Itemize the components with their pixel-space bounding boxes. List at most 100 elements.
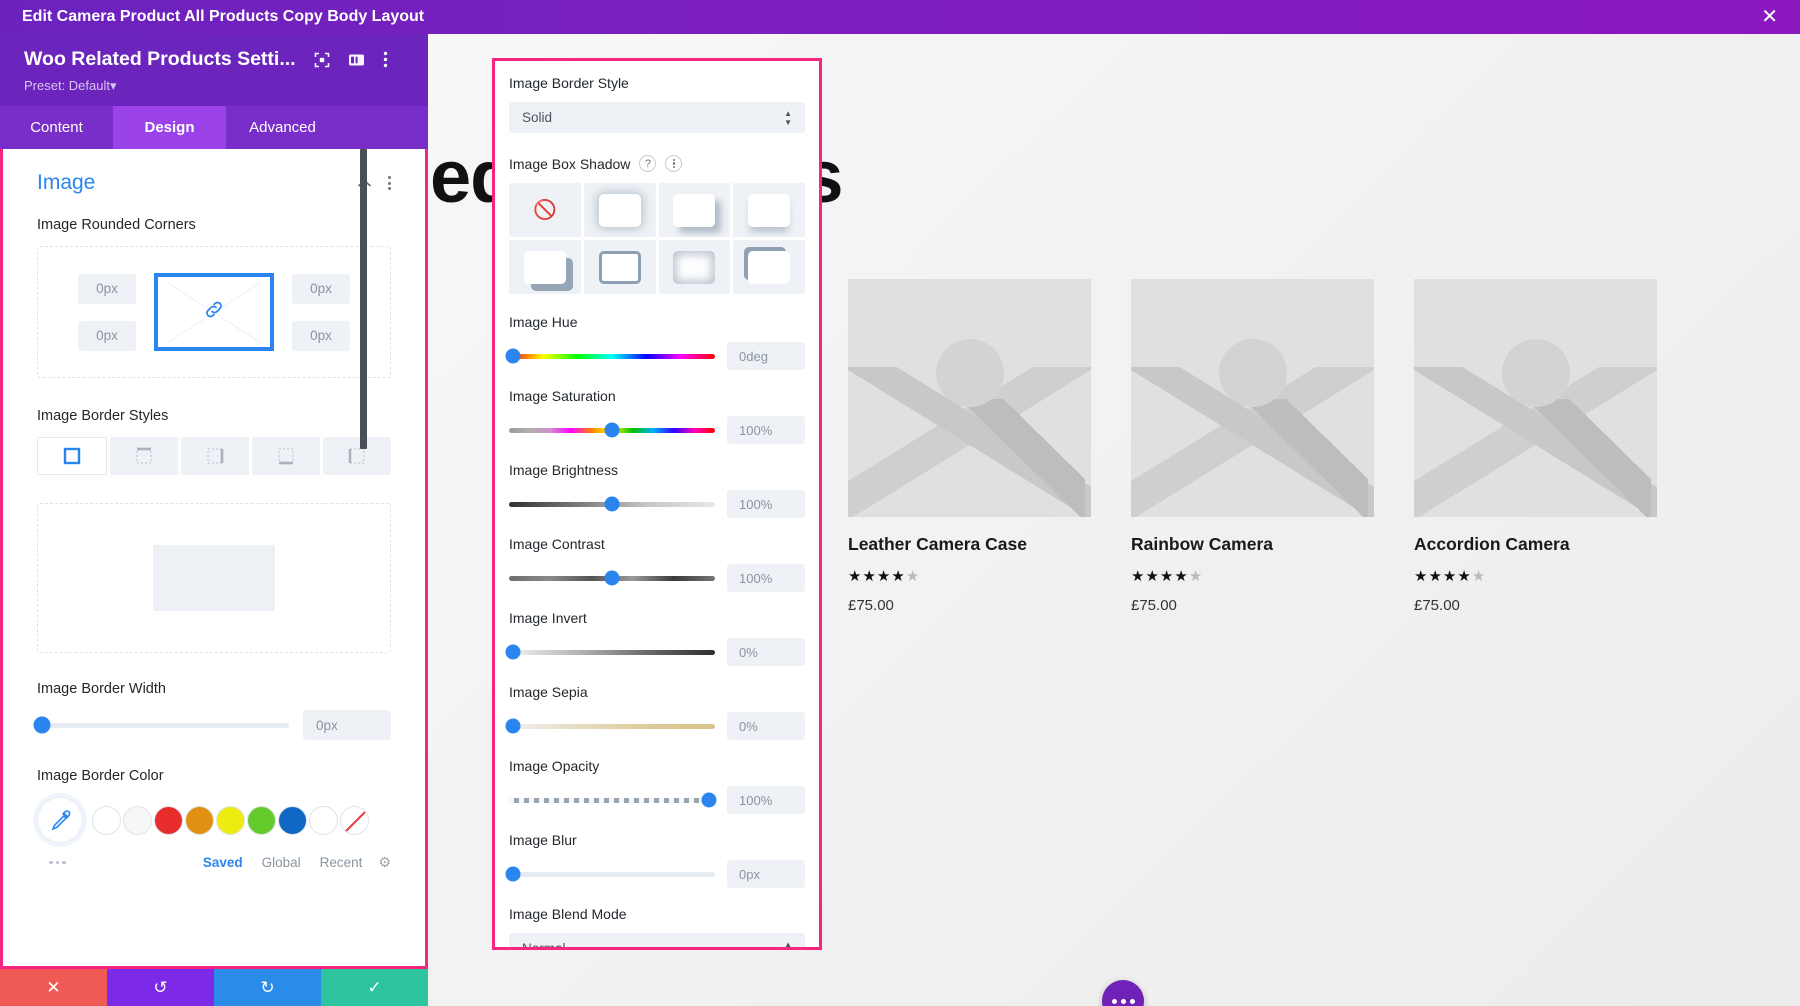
swatch-white-outline[interactable] (92, 805, 121, 835)
gear-icon[interactable]: ⚙ (378, 854, 391, 871)
filter-slider[interactable] (509, 570, 715, 586)
border-right-icon[interactable] (181, 437, 249, 475)
link-icon[interactable] (203, 299, 225, 326)
close-icon[interactable]: ✕ (1761, 7, 1778, 27)
tab-design[interactable]: Design (113, 106, 226, 149)
panel-scrollbar[interactable] (360, 149, 367, 449)
shadow-soft-icon[interactable] (583, 183, 656, 237)
shadow-top-left-icon[interactable] (733, 240, 805, 294)
star: ★ (1457, 568, 1472, 585)
filter-value-input[interactable]: 100% (727, 416, 805, 444)
swatch-white[interactable] (309, 805, 338, 835)
slider-knob[interactable] (505, 866, 521, 882)
border-style-select[interactable]: Solid ▲ ▼ (509, 102, 805, 133)
corner-top-right-input[interactable]: 0px (292, 273, 350, 304)
vertical-dots-icon[interactable] (388, 176, 391, 190)
product-card[interactable]: Rainbow Camera ★★★★★ £75.00 (1131, 279, 1374, 614)
shadow-bottom-icon[interactable] (733, 183, 805, 237)
corner-bottom-left-input[interactable]: 0px (78, 320, 136, 351)
redo-button[interactable]: ↻ (214, 969, 321, 1006)
horizontal-dots-icon[interactable] (49, 860, 66, 865)
filter-value-input[interactable]: 0% (727, 638, 805, 666)
slider-knob[interactable] (604, 496, 620, 512)
color-swatch-row (37, 797, 391, 843)
vertical-dots-icon[interactable] (383, 51, 388, 68)
border-top-icon[interactable] (110, 437, 178, 475)
shadow-outline-icon[interactable] (583, 240, 656, 294)
vertical-dots-icon[interactable] (665, 155, 683, 172)
slider-knob[interactable] (505, 348, 521, 364)
swatch-transparent[interactable] (340, 805, 369, 835)
star: ★ (1471, 568, 1487, 585)
slider-knob[interactable] (33, 716, 51, 734)
filter-slider[interactable] (509, 422, 715, 438)
border-left-icon[interactable] (323, 437, 391, 475)
box-shadow-label: Image Box Shadow ? (509, 155, 805, 172)
filter-value-input[interactable]: 100% (727, 786, 805, 814)
window-titlebar: Edit Camera Product All Products Copy Bo… (0, 0, 1800, 34)
border-width-input[interactable]: 0px (303, 710, 391, 740)
placeholder-mountain-2 (1248, 399, 1368, 517)
color-source-links: Saved Global Recent (203, 855, 363, 870)
tab-content[interactable]: Content (0, 106, 113, 149)
floating-more-options-button[interactable] (1102, 980, 1144, 1006)
blend-mode-select[interactable]: Normal ▲▼ (509, 933, 805, 950)
filter-value-input[interactable]: 100% (727, 564, 805, 592)
product-title[interactable]: Accordion Camera (1414, 534, 1657, 555)
shadow-bottom-right-icon[interactable] (658, 183, 731, 237)
border-all-icon[interactable] (37, 437, 107, 475)
layout-icon[interactable] (348, 52, 365, 68)
border-width-slider[interactable] (33, 716, 289, 734)
filter-value-input[interactable]: 100% (727, 490, 805, 518)
filter-value-input[interactable]: 0deg (727, 342, 805, 370)
shadow-preview (748, 250, 791, 284)
product-title[interactable]: Rainbow Camera (1131, 534, 1374, 555)
swatch-blue[interactable] (278, 805, 307, 835)
filter-value-input[interactable]: 0% (727, 712, 805, 740)
dot (62, 860, 66, 865)
filter-row-image-invert: Image Invert 0% (505, 610, 805, 666)
box-shadow-presets: 🚫 (509, 183, 805, 294)
filter-slider[interactable] (505, 348, 715, 364)
swatch-green[interactable] (247, 805, 276, 835)
swatch-yellow[interactable] (216, 805, 245, 835)
filter-slider[interactable] (509, 496, 715, 512)
shadow-hard-corner-icon[interactable] (509, 240, 581, 294)
target-icon[interactable] (314, 52, 330, 68)
dot (388, 187, 391, 190)
slider-knob[interactable] (505, 718, 521, 734)
question-icon[interactable]: ? (639, 155, 657, 172)
filter-slider[interactable] (509, 792, 717, 808)
color-source-global[interactable]: Global (262, 855, 301, 870)
shadow-inner-icon[interactable] (658, 240, 731, 294)
shadow-none-icon[interactable]: 🚫 (509, 183, 581, 237)
filter-slider[interactable] (505, 718, 715, 734)
slider-knob[interactable] (604, 422, 620, 438)
eyedropper-icon[interactable] (37, 797, 83, 843)
corner-top-left-input[interactable]: 0px (78, 273, 136, 304)
filter-slider[interactable] (505, 644, 715, 660)
slider-knob[interactable] (505, 644, 521, 660)
color-source-saved[interactable]: Saved (203, 855, 243, 870)
tab-advanced[interactable]: Advanced (226, 106, 339, 149)
product-card[interactable]: Leather Camera Case ★★★★★ £75.00 (848, 279, 1091, 614)
label-text: Image Blend Mode (509, 906, 627, 922)
swatch-orange[interactable] (185, 805, 214, 835)
save-button[interactable]: ✓ (321, 969, 428, 1006)
color-source-recent[interactable]: Recent (320, 855, 363, 870)
swatch-red[interactable] (154, 805, 183, 835)
blend-mode-value: Normal (522, 941, 566, 950)
corner-bottom-right-input[interactable]: 0px (292, 320, 350, 351)
filter-slider[interactable] (505, 866, 715, 882)
swatch-offwhite[interactable] (123, 805, 152, 835)
preset-selector[interactable]: Preset: Default▾ (24, 78, 410, 94)
cancel-button[interactable]: ✕ (0, 969, 107, 1006)
border-bottom-icon[interactable] (252, 437, 320, 475)
product-title[interactable]: Leather Camera Case (848, 534, 1091, 555)
border-width-label: Image Border Width (37, 681, 166, 697)
undo-button[interactable]: ↺ (107, 969, 214, 1006)
product-card[interactable]: Accordion Camera ★★★★★ £75.00 (1414, 279, 1657, 614)
slider-knob[interactable] (701, 792, 717, 808)
filter-value-input[interactable]: 0px (727, 860, 805, 888)
slider-knob[interactable] (604, 570, 620, 586)
